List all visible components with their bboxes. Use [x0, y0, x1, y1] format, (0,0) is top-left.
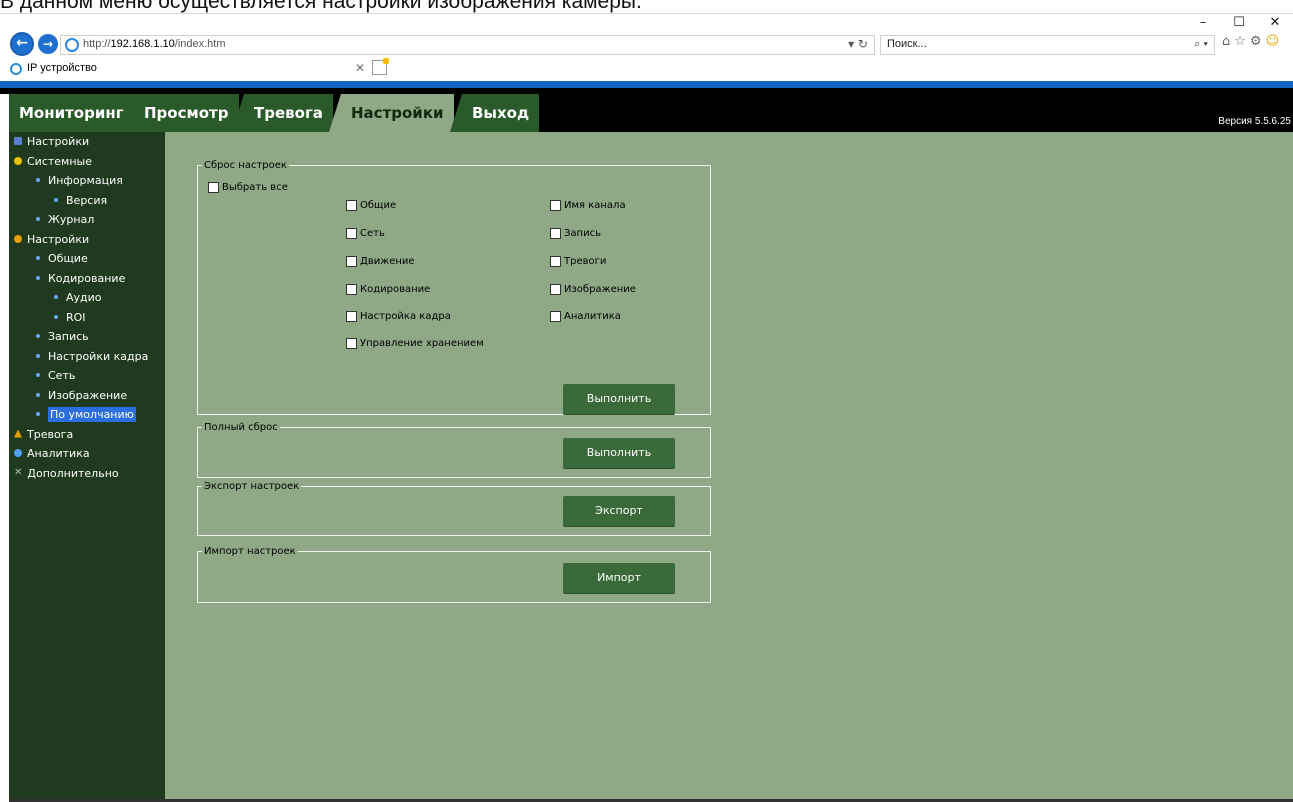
reset-settings-legend: Сброс настроек	[204, 160, 287, 171]
menu-alarm[interactable]: Тревога	[232, 94, 333, 132]
bullet-icon	[36, 256, 40, 260]
sidebar-item-version[interactable]: Версия	[9, 191, 165, 211]
sidebar-item-system[interactable]: Системные	[9, 152, 165, 172]
minimize-button[interactable]: –	[1185, 14, 1221, 34]
sidebar-item-alarm[interactable]: Тревога	[9, 425, 165, 445]
book-icon	[14, 137, 22, 145]
caption-text: В данном меню осуществляется настройки и…	[0, 0, 642, 13]
bullet-icon	[36, 353, 40, 358]
bullet-icon	[54, 295, 58, 299]
checkbox-encoding[interactable]: Кодирование	[346, 284, 430, 295]
tab-title: IP устройство	[27, 62, 97, 74]
alarm-icon	[14, 429, 22, 438]
sidebar-item-settings[interactable]: Настройки	[9, 230, 165, 250]
checkbox-frame-settings[interactable]: Настройка кадра	[346, 311, 451, 322]
back-button[interactable]: ←	[10, 32, 34, 56]
checkbox-channel-name[interactable]: Имя канала	[550, 200, 626, 211]
sidebar-item-analytics[interactable]: Аналитика	[9, 444, 165, 464]
select-all-checkbox[interactable]: Выбрать все	[208, 182, 288, 193]
bullet-icon	[54, 197, 58, 202]
feedback-icon[interactable]: ☺	[1266, 34, 1280, 49]
version-label: Версия 5.5.6.25	[1218, 116, 1291, 127]
blue-band	[0, 81, 1293, 88]
menu-monitoring[interactable]: Мониторинг	[9, 94, 134, 132]
search-icon[interactable]: ⌕ ▾	[1194, 38, 1208, 51]
sidebar-item-settings-root[interactable]: Настройки	[9, 132, 165, 152]
bullet-icon	[36, 334, 40, 338]
browser-tab[interactable]: IP устройство ✕	[10, 59, 390, 80]
sidebar-item-frame-settings[interactable]: Настройки кадра	[9, 347, 165, 367]
sidebar-item-roi[interactable]: ROI	[9, 308, 165, 328]
sidebar-item-network[interactable]: Сеть	[9, 366, 165, 386]
caption-strip: В данном меню осуществляется настройки и…	[0, 0, 1293, 14]
info-icon	[14, 156, 22, 165]
new-tab-button[interactable]	[372, 58, 389, 75]
checkbox-image[interactable]: Изображение	[550, 284, 636, 295]
analytics-icon	[14, 449, 22, 457]
checkbox-analytics[interactable]: Аналитика	[550, 311, 621, 322]
export-settings-legend: Экспорт настроек	[204, 481, 300, 492]
import-settings-legend: Импорт настроек	[204, 546, 296, 557]
settings-icon[interactable]: ⚙	[1250, 34, 1262, 49]
menu-exit[interactable]: Выход	[449, 94, 540, 132]
menu-view[interactable]: Просмотр	[122, 94, 239, 132]
home-icon[interactable]: ⌂	[1222, 34, 1230, 49]
sidebar-item-log[interactable]: Журнал	[9, 210, 165, 230]
checkbox-storage-management[interactable]: Управление хранением	[346, 338, 484, 349]
sidebar: Настройки Системные Информация Версия Жу…	[9, 132, 165, 800]
tab-ie-icon	[10, 63, 22, 75]
forward-button[interactable]: →	[38, 34, 58, 54]
checkbox-general[interactable]: Общие	[346, 200, 396, 211]
search-placeholder: Поиск...	[887, 38, 927, 50]
refresh-icon[interactable]: ▾ ↻	[848, 37, 868, 51]
address-bar[interactable]: http://192.168.1.10/index.htm ▾ ↻	[60, 35, 875, 55]
full-reset-legend: Полный сброс	[204, 422, 278, 433]
checkbox-motion[interactable]: Движение	[346, 256, 415, 267]
ie-icon	[65, 38, 79, 52]
toolbar-icons: ⌂ ☆ ⚙ ☺	[1222, 34, 1279, 49]
checkbox-alarms[interactable]: Тревоги	[550, 256, 606, 267]
export-button[interactable]: Экспорт	[563, 496, 675, 526]
tab-close-icon[interactable]: ✕	[355, 61, 365, 75]
tools-icon: ✕	[14, 466, 23, 478]
reset-execute-button[interactable]: Выполнить	[563, 384, 675, 414]
gear-icon	[14, 234, 22, 243]
bullet-icon	[36, 373, 40, 377]
main-menu: Мониторинг Просмотр Тревога Настройки Вы…	[9, 94, 1293, 132]
menu-settings[interactable]: Настройки	[329, 94, 454, 132]
bullet-icon	[36, 412, 40, 416]
close-window-button[interactable]: ✕	[1257, 14, 1293, 34]
sidebar-item-encoding[interactable]: Кодирование	[9, 269, 165, 289]
url-text: http://192.168.1.10/index.htm	[83, 38, 226, 50]
sidebar-item-general[interactable]: Общие	[9, 249, 165, 269]
favorites-icon[interactable]: ☆	[1234, 34, 1246, 49]
maximize-button[interactable]: ☐	[1221, 14, 1257, 34]
content-area: Сброс настроек Выбрать все Общие Сеть Дв…	[165, 132, 1293, 800]
checkbox-network[interactable]: Сеть	[346, 228, 385, 239]
bullet-icon	[36, 178, 40, 182]
search-input[interactable]: Поиск... ⌕ ▾	[880, 35, 1215, 55]
window-controls: – ☐ ✕	[1185, 14, 1293, 34]
sidebar-item-advanced[interactable]: ✕ Дополнительно	[9, 464, 165, 484]
browser-chrome: – ☐ ✕ ← → http://192.168.1.10/index.htm …	[0, 13, 1293, 81]
sidebar-item-audio[interactable]: Аудио	[9, 288, 165, 308]
bullet-icon	[36, 217, 40, 221]
bullet-icon	[36, 392, 40, 397]
import-button[interactable]: Импорт	[563, 563, 675, 593]
sidebar-item-information[interactable]: Информация	[9, 171, 165, 191]
sidebar-item-record[interactable]: Запись	[9, 327, 165, 347]
sidebar-item-image[interactable]: Изображение	[9, 386, 165, 406]
checkbox-record[interactable]: Запись	[550, 228, 601, 239]
sidebar-item-defaults[interactable]: По умолчанию	[9, 405, 165, 425]
bullet-icon	[54, 314, 58, 319]
bullet-icon	[36, 275, 40, 280]
full-reset-execute-button[interactable]: Выполнить	[563, 438, 675, 468]
